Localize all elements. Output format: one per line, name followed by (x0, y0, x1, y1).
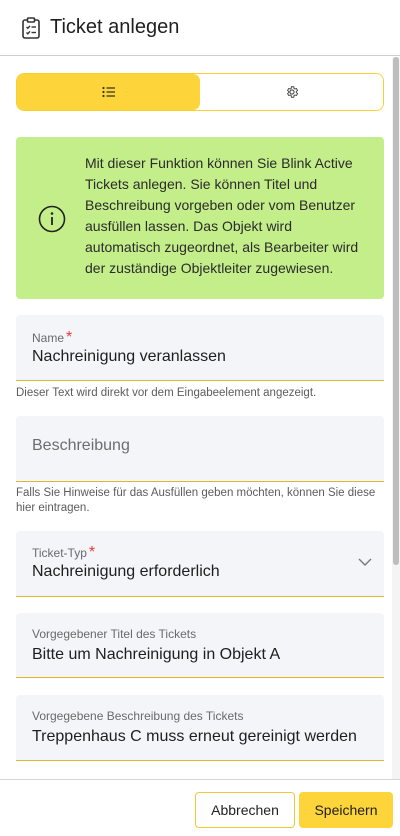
save-button[interactable]: Speichern (299, 792, 393, 828)
description-hint: Falls Sie Hinweise für das Ausfüllen geb… (16, 487, 376, 514)
ticket-type-value: Nachreinigung erforderlich (32, 563, 220, 580)
name-value: Nachreinigung veranlassen (32, 348, 226, 365)
info-circle-icon (38, 205, 66, 233)
tab-settings[interactable] (200, 74, 383, 110)
description-placeholder: Beschreibung (32, 437, 130, 454)
ticket-description-label: Vorgegebene Beschreibung des Tickets (32, 709, 244, 723)
info-box: Mit dieser Funktion können Sie Blink Act… (16, 137, 384, 299)
ticket-type-label: Ticket-Typ * (32, 544, 96, 561)
list-icon (101, 86, 115, 98)
ticket-title-value: Bitte um Nachreinigung in Objekt A (32, 646, 281, 663)
ticket-title-field[interactable]: Vorgegebener Titel des Tickets Bitte um … (16, 613, 384, 678)
dialog-footer: Abbrechen Speichern (0, 779, 400, 836)
page-title: Ticket anlegen (50, 16, 180, 38)
chevron-down-icon (358, 558, 372, 566)
cancel-button[interactable]: Abbrechen (195, 792, 295, 828)
ticket-description-field[interactable]: Vorgegebene Beschreibung des Tickets Tre… (16, 695, 384, 761)
tab-fields[interactable] (17, 74, 200, 110)
name-field[interactable]: Name * Nachreinigung veranlassen (16, 315, 384, 381)
scrollbar-thumb[interactable] (393, 57, 399, 565)
required-marker: * (66, 329, 73, 346)
description-field[interactable]: Beschreibung (16, 416, 384, 482)
page-header: Ticket anlegen (0, 0, 400, 56)
view-toggle (16, 73, 384, 111)
ticket-type-select[interactable]: Ticket-Typ * Nachreinigung erforderlich (16, 531, 384, 597)
name-label: Name * (32, 329, 73, 346)
required-marker: * (88, 544, 96, 561)
ticket-description-value: Treppenhaus C muss erneut gereinigt werd… (32, 728, 357, 745)
gear-icon (286, 86, 298, 98)
clipboard-checklist-icon (22, 17, 40, 39)
info-text: Mit dieser Funktion können Sie Blink Act… (85, 155, 359, 276)
ticket-title-label: Vorgegebener Titel des Tickets (32, 627, 197, 641)
name-hint: Dieser Text wird direkt vor dem Eingabee… (16, 387, 317, 399)
